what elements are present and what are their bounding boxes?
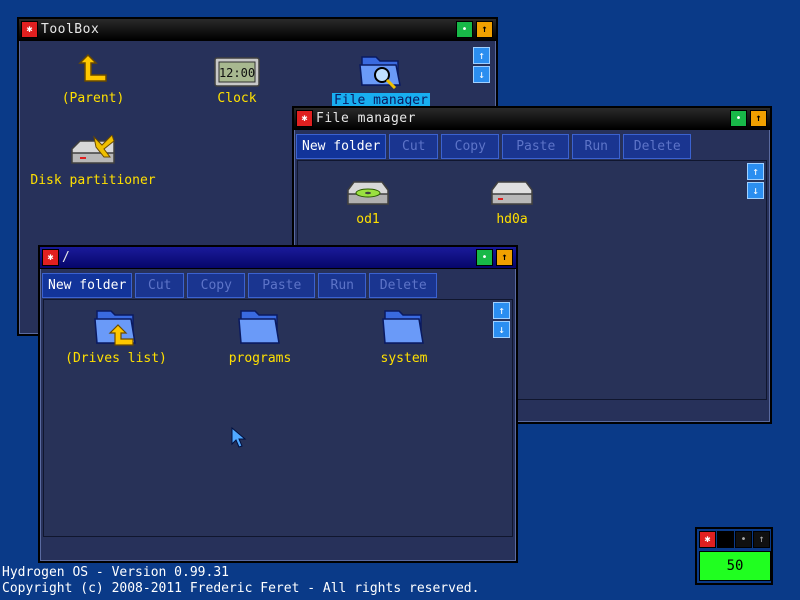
- paste-button[interactable]: Paste: [248, 273, 316, 298]
- parent-arrow-icon: [78, 53, 107, 82]
- item-label: system: [380, 351, 428, 366]
- folder-item-programs[interactable]: programs: [190, 305, 330, 366]
- maximize-icon[interactable]: ↑: [496, 249, 513, 266]
- copy-button[interactable]: Copy: [187, 273, 246, 298]
- scroll-down-icon[interactable]: ↓: [473, 66, 490, 83]
- toolbox-item-file-manager[interactable]: File manager: [311, 49, 451, 108]
- item-label: (Drives list): [65, 351, 167, 366]
- maximize-icon[interactable]: ↑: [753, 531, 770, 548]
- copyright-text: Copyright (c) 2008-2011 Frederic Feret -…: [2, 581, 480, 596]
- root-folder-window[interactable]: ✱ / • ↑ New folder Cut Copy Paste Run De…: [38, 245, 518, 563]
- file-manager-icon: [359, 56, 401, 89]
- scroll-up-icon[interactable]: ↑: [473, 47, 490, 64]
- scroll-down-icon[interactable]: ↓: [747, 182, 764, 199]
- mouse-cursor-icon: [231, 427, 247, 448]
- folder-icon: [238, 310, 280, 344]
- delete-button[interactable]: Delete: [369, 273, 438, 298]
- minimize-icon[interactable]: •: [476, 249, 493, 266]
- hard-drive-icon: [491, 181, 533, 205]
- os-version-text: Hydrogen OS - Version 0.99.31: [2, 565, 229, 580]
- maximize-icon[interactable]: ↑: [476, 21, 493, 38]
- root-folder-titlebar[interactable]: ✱ / • ↑: [40, 247, 516, 269]
- cut-button[interactable]: Cut: [389, 134, 439, 159]
- disk-partitioner-icon: [71, 135, 115, 164]
- root-folder-toolbar: New folder Cut Copy Paste Run Delete: [42, 273, 438, 298]
- toolbox-item-parent[interactable]: (Parent): [23, 53, 163, 106]
- cut-button[interactable]: Cut: [135, 273, 185, 298]
- minimize-icon[interactable]: •: [730, 110, 747, 127]
- drive-item-hd0a[interactable]: hd0a: [442, 180, 582, 227]
- window-title: File manager: [316, 111, 416, 126]
- close-icon[interactable]: ✱: [21, 21, 38, 38]
- close-icon[interactable]: ✱: [296, 110, 313, 127]
- new-folder-button[interactable]: New folder: [296, 134, 387, 159]
- drives-list-folder-icon: [94, 310, 136, 346]
- item-label: od1: [356, 212, 380, 227]
- run-button[interactable]: Run: [572, 134, 621, 159]
- file-manager-toolbar: New folder Cut Copy Paste Run Delete: [296, 134, 692, 159]
- window-title: ToolBox: [41, 22, 100, 37]
- scroll-down-icon[interactable]: ↓: [493, 321, 510, 338]
- item-label: Clock: [217, 91, 257, 106]
- clock-icon: 12:00: [214, 57, 260, 87]
- item-label: (Parent): [61, 91, 125, 106]
- cpu-usage-value: 50: [699, 551, 771, 581]
- delete-button[interactable]: Delete: [623, 134, 692, 159]
- folder-item-drives-list[interactable]: (Drives list): [46, 305, 186, 366]
- minimize-icon[interactable]: •: [735, 531, 752, 548]
- item-label: programs: [228, 351, 292, 366]
- close-icon[interactable]: ✱: [42, 249, 59, 266]
- toolbox-item-disk-partitioner[interactable]: Disk partitioner: [23, 135, 163, 188]
- widget-blank-button: [717, 531, 734, 548]
- window-title: /: [62, 250, 71, 265]
- toolbox-titlebar[interactable]: ✱ ToolBox • ↑: [19, 19, 496, 41]
- new-folder-button[interactable]: New folder: [42, 273, 133, 298]
- drive-item-od1[interactable]: od1: [298, 180, 438, 227]
- toolbox-item-clock[interactable]: 12:00 Clock: [167, 57, 307, 106]
- item-label: Disk partitioner: [30, 173, 156, 188]
- item-label: hd0a: [496, 212, 528, 227]
- run-button[interactable]: Run: [318, 273, 367, 298]
- folder-item-system[interactable]: system: [334, 305, 474, 366]
- optical-drive-icon: [347, 181, 389, 205]
- scroll-up-icon[interactable]: ↑: [493, 302, 510, 319]
- scroll-up-icon[interactable]: ↑: [747, 163, 764, 180]
- close-icon[interactable]: ✱: [699, 531, 716, 548]
- svg-text:12:00: 12:00: [219, 66, 255, 80]
- maximize-icon[interactable]: ↑: [750, 110, 767, 127]
- folder-icon: [382, 310, 424, 344]
- minimize-icon[interactable]: •: [456, 21, 473, 38]
- file-manager-titlebar[interactable]: ✱ File manager • ↑: [294, 108, 770, 130]
- copy-button[interactable]: Copy: [441, 134, 500, 159]
- cpu-meter-widget[interactable]: ✱ • ↑ 50: [695, 527, 773, 585]
- paste-button[interactable]: Paste: [502, 134, 570, 159]
